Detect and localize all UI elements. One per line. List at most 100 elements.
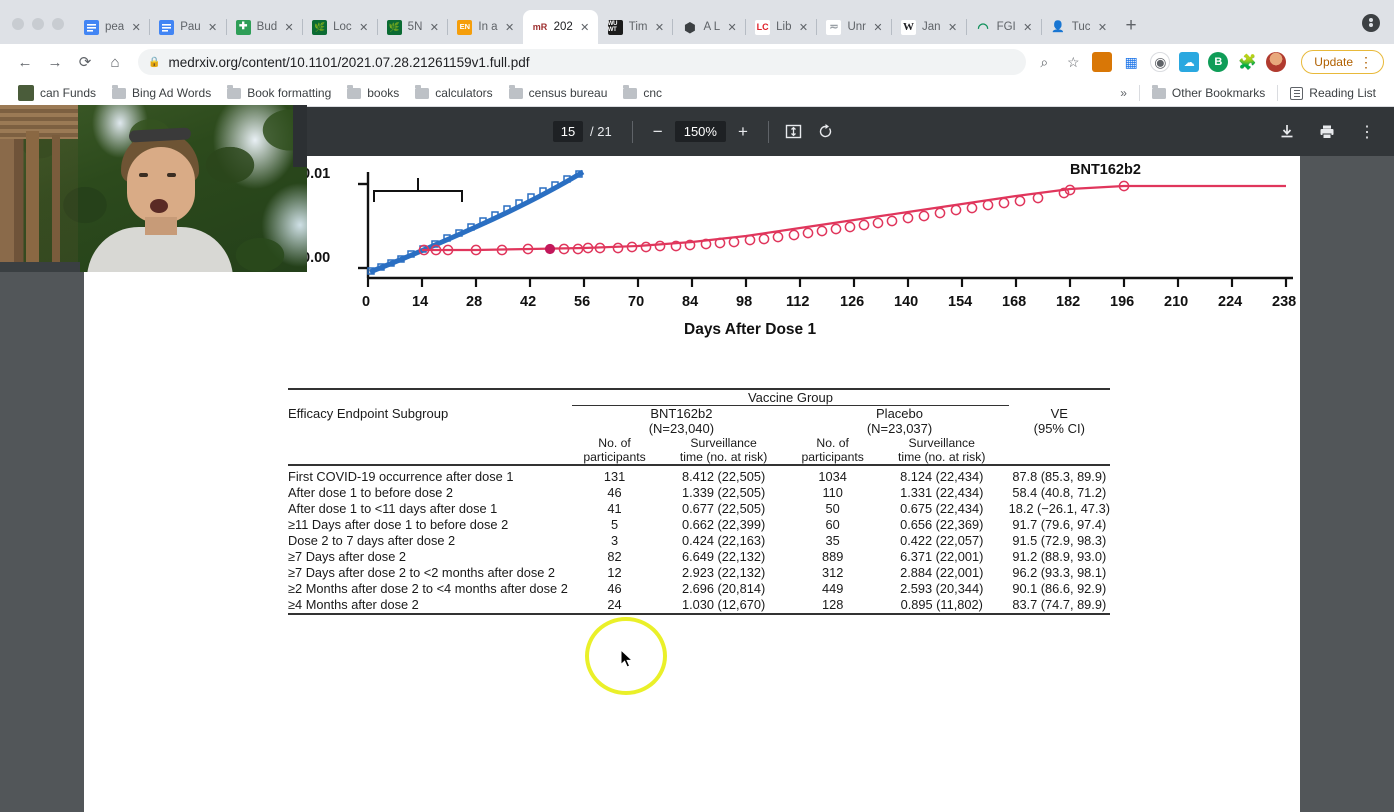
- search-plus-icon[interactable]: ⌕: [1034, 52, 1054, 72]
- browser-tab-6-active[interactable]: mR 202 ✕: [522, 10, 598, 44]
- spacer-cell: [288, 390, 572, 406]
- table-bottom-rule: [288, 613, 1110, 615]
- browser-menu-icon[interactable]: ⋮: [1359, 54, 1377, 71]
- window-controls[interactable]: [0, 18, 74, 44]
- update-control[interactable]: Update ⋮: [1301, 50, 1384, 74]
- bookmark-item-0[interactable]: can Funds: [10, 85, 104, 101]
- download-icon[interactable]: [1274, 119, 1300, 145]
- bnt-surveillance-subheader: Surveillance time (no. at risk): [657, 436, 791, 465]
- x-tick-label-10: 140: [894, 294, 919, 310]
- budget-icon: [235, 19, 251, 35]
- bookmark-item-2[interactable]: Book formatting: [219, 84, 339, 100]
- bookmark-item-6[interactable]: cnc: [615, 84, 670, 100]
- close-tab-icon[interactable]: ✕: [579, 21, 591, 34]
- bookmarks-overflow-icon[interactable]: »: [1112, 86, 1135, 100]
- star-icon[interactable]: ☆: [1063, 52, 1083, 72]
- profile-dot-icon[interactable]: [1362, 14, 1380, 32]
- row-bnt-time: 2.696 (20,814): [681, 581, 766, 596]
- browser-tab-7[interactable]: WU WT Tim ✕: [598, 10, 674, 44]
- zoom-in-button[interactable]: +: [728, 117, 758, 147]
- ve-ci-label: (95% CI): [1033, 420, 1085, 436]
- fit-page-icon[interactable]: [779, 117, 809, 147]
- reload-button[interactable]: ⟳: [70, 48, 100, 76]
- row-ve: 87.8 (85.3, 89.9): [1012, 469, 1107, 484]
- close-window-button[interactable]: [12, 18, 24, 30]
- close-tab-icon[interactable]: ✕: [797, 21, 809, 34]
- subheader-line1: Surveillance: [690, 436, 757, 450]
- table-row: After dose 1 to before dose 2 46 1.339 (…: [288, 485, 1110, 501]
- extension-puzzle-icon[interactable]: 🧩: [1237, 52, 1257, 72]
- avatar[interactable]: [1266, 52, 1287, 72]
- print-icon[interactable]: [1314, 119, 1340, 145]
- browser-tab-8[interactable]: ⬢ A L ✕: [672, 10, 747, 44]
- close-tab-icon[interactable]: ✕: [872, 21, 884, 34]
- webcam-video-overlay[interactable]: [0, 105, 307, 272]
- close-tab-icon[interactable]: ✕: [726, 21, 738, 34]
- home-button[interactable]: ⌂: [100, 48, 130, 76]
- table-subheader-row: No. of participants Surveillance time (n…: [288, 436, 1110, 465]
- browser-tab-13[interactable]: 👤 Tuc ✕: [1041, 10, 1116, 44]
- browser-tab-1[interactable]: Pau ✕: [149, 10, 227, 44]
- browser-tab-12[interactable]: ◠ FGI ✕: [966, 10, 1042, 44]
- extension-orange-icon[interactable]: [1092, 52, 1113, 72]
- row-bnt-n: 3: [610, 533, 619, 548]
- close-tab-icon[interactable]: ✕: [947, 21, 959, 34]
- page-number-input[interactable]: 15: [553, 121, 584, 142]
- row-pbo-n: 50: [825, 501, 840, 516]
- browser-tab-10[interactable]: ≂ Unr ✕: [816, 10, 893, 44]
- close-tab-icon[interactable]: ✕: [504, 21, 516, 34]
- zoom-out-button[interactable]: −: [643, 117, 673, 147]
- close-tab-icon[interactable]: ✕: [1096, 21, 1108, 34]
- maximize-window-button[interactable]: [52, 18, 64, 30]
- new-tab-button[interactable]: +: [1115, 16, 1148, 44]
- tab-title: A L: [703, 21, 721, 33]
- row-bnt-time: 1.339 (22,505): [681, 485, 766, 500]
- zoom-level-label[interactable]: 150%: [674, 121, 726, 142]
- close-tab-icon[interactable]: ✕: [283, 21, 295, 34]
- more-vertical-icon[interactable]: ⋮: [1354, 119, 1380, 145]
- close-tab-icon[interactable]: ✕: [207, 21, 219, 34]
- row-ve: 91.2 (88.9, 93.0): [1012, 549, 1107, 564]
- close-tab-icon[interactable]: ✕: [358, 21, 370, 34]
- browser-tab-0[interactable]: pea ✕: [74, 10, 151, 44]
- person-neck: [145, 217, 177, 235]
- browser-tab-11[interactable]: W Jan ✕: [891, 10, 967, 44]
- toolbar-icons: ⌕ ☆ ▦ ◉ ☁ B 🧩 Update ⋮: [1034, 50, 1384, 74]
- extension-circle-icon[interactable]: ◉: [1150, 52, 1171, 72]
- browser-tab-5[interactable]: EN In a ✕: [447, 10, 522, 44]
- fgi-icon: ◠: [977, 19, 989, 35]
- reading-list-icon: [1290, 86, 1304, 100]
- bookmark-item-1[interactable]: Bing Ad Words: [104, 84, 219, 100]
- bookmark-item-3[interactable]: books: [339, 84, 407, 100]
- other-bookmarks-button[interactable]: Other Bookmarks: [1144, 84, 1273, 100]
- extension-bplus-icon[interactable]: B: [1208, 52, 1229, 72]
- extension-cloud-icon[interactable]: ☁: [1179, 52, 1200, 72]
- browser-tab-3[interactable]: Loc ✕: [302, 10, 378, 44]
- browser-tab-9[interactable]: LC Lib ✕: [745, 10, 818, 44]
- back-button[interactable]: ←: [10, 48, 40, 76]
- tab-title: Unr: [847, 21, 867, 33]
- close-tab-icon[interactable]: ✕: [653, 21, 665, 34]
- extension-grid-icon[interactable]: ▦: [1121, 52, 1142, 72]
- bookmark-item-5[interactable]: census bureau: [501, 84, 616, 100]
- address-bar[interactable]: 🔒 medrxiv.org/content/10.1101/2021.07.28…: [138, 49, 1027, 75]
- en-icon: EN: [457, 19, 473, 35]
- leaf-icon: [312, 19, 328, 35]
- tuc-icon: 👤: [1051, 20, 1066, 33]
- close-tab-icon[interactable]: ✕: [1022, 21, 1034, 34]
- close-tab-icon[interactable]: ✕: [428, 21, 440, 34]
- bookmark-item-4[interactable]: calculators: [407, 84, 500, 100]
- update-button[interactable]: Update: [1302, 50, 1365, 74]
- minimize-window-button[interactable]: [32, 18, 44, 30]
- browser-tab-2[interactable]: Bud ✕: [226, 10, 304, 44]
- webcam-corner-mask: [293, 105, 307, 167]
- reading-list-button[interactable]: Reading List: [1282, 86, 1384, 100]
- browser-tab-4[interactable]: 5N ✕: [377, 10, 449, 44]
- x-tick-label-15: 210: [1164, 294, 1189, 310]
- reading-list-label: Reading List: [1309, 86, 1376, 100]
- browser-toolbar: ← → ⟳ ⌂ 🔒 medrxiv.org/content/10.1101/20…: [0, 44, 1394, 80]
- x-tick-label-0: 0: [362, 294, 371, 310]
- forward-button[interactable]: →: [40, 48, 70, 76]
- close-tab-icon[interactable]: ✕: [130, 21, 142, 34]
- rotate-icon[interactable]: [811, 117, 841, 147]
